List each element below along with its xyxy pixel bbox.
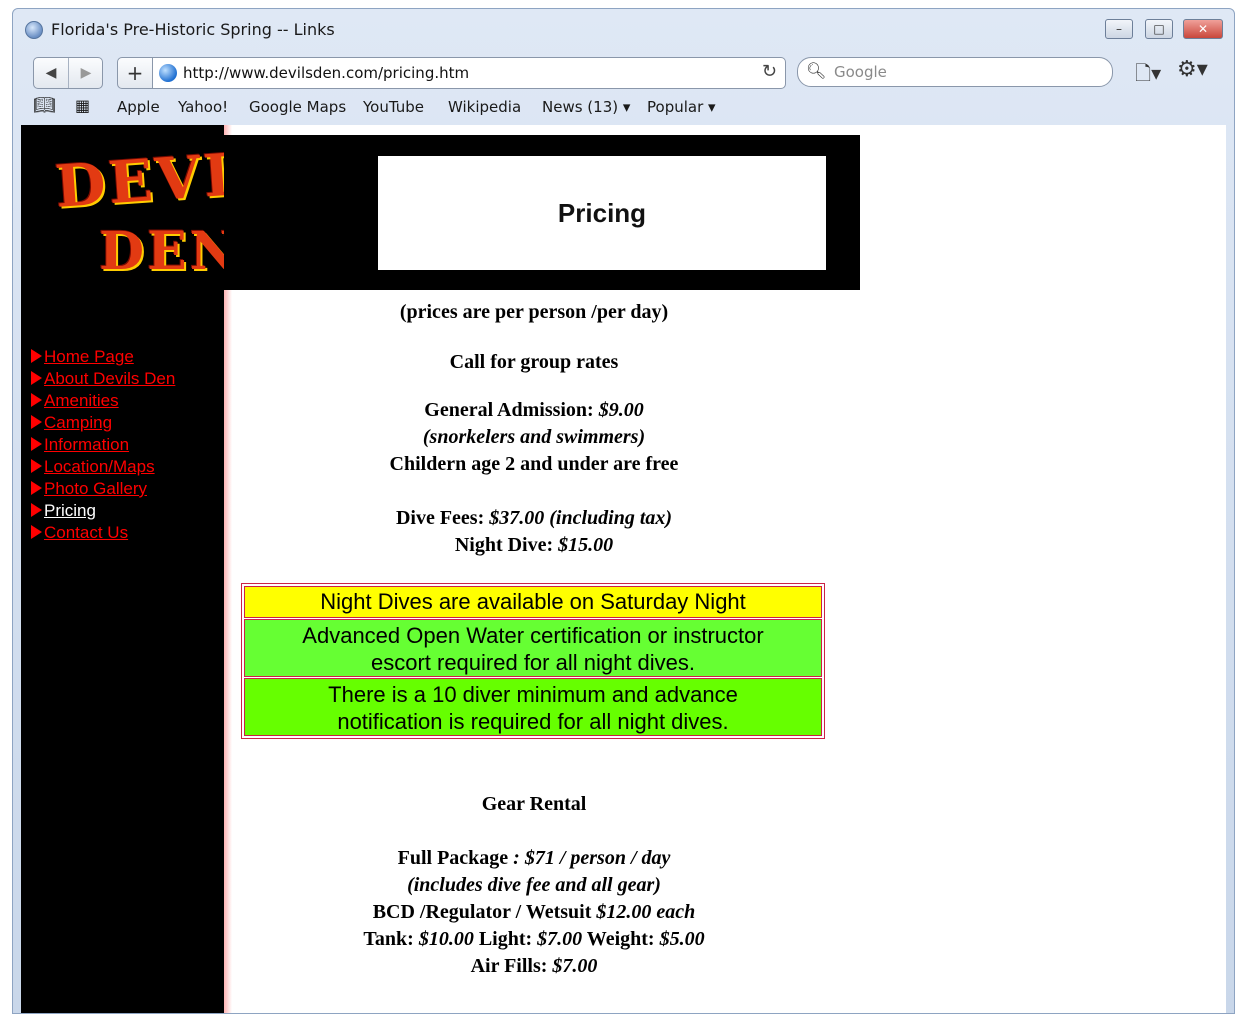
minimize-button[interactable]: –	[1105, 19, 1133, 39]
gear-icon[interactable]: ⚙▾	[1177, 57, 1208, 82]
bookmark-wikipedia[interactable]: Wikipedia	[448, 98, 521, 116]
arrow-icon	[31, 437, 42, 451]
bookmarks-book-icon[interactable]: 📖︎	[33, 95, 56, 116]
night-dive: Night Dive: $15.00	[232, 534, 836, 557]
back-button[interactable]: ◀	[34, 58, 68, 88]
certification-line-1: Advanced Open Water certification or ins…	[302, 623, 764, 648]
reload-icon[interactable]: ↻	[762, 61, 777, 82]
nav-contact[interactable]: Contact Us	[31, 523, 175, 545]
saturday-notice: Night Dives are available on Saturday Ni…	[244, 586, 822, 618]
children-free: Childern age 2 and under are free	[389, 453, 679, 475]
nav-information[interactable]: Information	[31, 435, 175, 457]
bcd-price: $12.00 each	[596, 901, 696, 923]
minimum-line-1: There is a 10 diver minimum and advance	[328, 682, 738, 707]
safari-icon	[25, 21, 43, 39]
close-button[interactable]: ✕	[1183, 19, 1223, 39]
logo-line-2: DEN	[99, 221, 241, 282]
forward-button[interactable]: ▶	[68, 58, 103, 88]
general-admission-label: General Admission:	[424, 399, 599, 421]
minimum-notice: There is a 10 diver minimum and advance …	[244, 678, 822, 736]
address-bar[interactable]: http://www.devilsden.com/pricing.htm ↻	[152, 57, 786, 89]
weight-label: Weight:	[582, 928, 660, 950]
add-bookmark-button[interactable]: +	[117, 57, 153, 89]
dive-fees: Dive Fees: $37.00 (including tax)	[232, 507, 836, 530]
tank-label: Tank:	[363, 928, 419, 950]
search-placeholder: Google	[834, 63, 887, 81]
url-field[interactable]: http://www.devilsden.com/pricing.htm	[183, 64, 469, 82]
bookmark-apple[interactable]: Apple	[117, 98, 160, 116]
air-fills: Air Fills: $7.00	[232, 955, 836, 978]
browser-window: Florida's Pre-Historic Spring -- Links –…	[12, 8, 1235, 1014]
certification-notice: Advanced Open Water certification or ins…	[244, 619, 822, 677]
full-package-price: : $71 / person / day	[508, 847, 671, 869]
page-title: Pricing	[557, 198, 647, 228]
top-sites-grid-icon[interactable]: ▦	[75, 96, 90, 115]
window-title: Florida's Pre-Historic Spring -- Links	[51, 20, 335, 39]
arrow-icon	[31, 481, 42, 495]
nav-location-maps[interactable]: Location/Maps	[31, 457, 175, 479]
light-price: $7.00	[537, 928, 583, 950]
nav-pricing[interactable]: Pricing	[31, 501, 175, 523]
search-icon[interactable]: 🔍︎	[806, 61, 826, 80]
arrow-icon	[31, 393, 42, 407]
night-dive-label: Night Dive:	[454, 534, 559, 556]
arrow-icon	[31, 371, 42, 385]
air-fills-label: Air Fills:	[470, 955, 553, 977]
nav-camping[interactable]: Camping	[31, 413, 175, 435]
browser-toolbar: ◀ ▶ + http://www.devilsden.com/pricing.h…	[21, 53, 1226, 93]
dive-fees-price: $37.00 (including tax)	[489, 507, 673, 529]
per-person-note: (prices are per person /per day)	[399, 301, 669, 323]
bookmarks-bar: 📖︎ ▦ Apple Yahoo! Google Maps YouTube Wi…	[21, 95, 1226, 123]
night-dive-price: $15.00	[558, 534, 614, 556]
bookmark-popular[interactable]: Popular ▾	[647, 98, 716, 116]
weight-price: $5.00	[659, 928, 705, 950]
nav-amenities[interactable]: Amenities	[31, 391, 175, 413]
maximize-button[interactable]: □	[1145, 19, 1173, 39]
full-package-note: (includes dive fee and all gear)	[407, 874, 661, 896]
night-dive-notices: Night Dives are available on Saturday Ni…	[241, 583, 825, 739]
sidebar-nav: Home Page About Devils Den Amenities Cam…	[31, 347, 175, 545]
title-bar: Florida's Pre-Historic Spring -- Links –…	[13, 9, 1234, 49]
dive-fees-label: Dive Fees:	[395, 507, 490, 529]
minimum-line-2: notification is required for all night d…	[337, 709, 729, 734]
group-rates: Call for group rates	[449, 351, 619, 373]
tank-price: $10.00	[418, 928, 474, 950]
nav-buttons: ◀ ▶	[33, 57, 103, 89]
light-label: Light:	[473, 928, 538, 950]
arrow-icon	[31, 525, 42, 539]
air-fills-price: $7.00	[552, 955, 598, 977]
nav-home[interactable]: Home Page	[31, 347, 175, 369]
page-menu-icon[interactable]: 🗋▾	[1135, 59, 1161, 93]
arrow-icon	[31, 415, 42, 429]
page-title-box: Pricing	[377, 155, 827, 271]
bookmark-news[interactable]: News (13) ▾	[542, 98, 630, 116]
certification-line-2: escort required for all night dives.	[370, 650, 696, 675]
general-admission-price: $9.00	[598, 399, 644, 421]
arrow-icon	[31, 459, 42, 473]
sidebar: DEVIL'S DEN Home Page About Devils Den A…	[21, 125, 345, 1013]
bcd-label: BCD /Regulator / Wetsuit	[372, 901, 597, 923]
search-field[interactable]: 🔍︎ Google	[797, 57, 1113, 87]
nav-photo-gallery[interactable]: Photo Gallery	[31, 479, 175, 501]
page-viewport: DEVIL'S DEN Home Page About Devils Den A…	[21, 125, 1226, 1013]
arrow-icon	[31, 503, 42, 517]
bookmark-youtube[interactable]: YouTube	[363, 98, 424, 116]
globe-icon	[159, 64, 177, 82]
bookmark-google-maps[interactable]: Google Maps	[249, 98, 346, 116]
full-package-label: Full Package	[397, 847, 509, 869]
gear-rental-heading: Gear Rental	[481, 793, 587, 815]
bookmark-yahoo[interactable]: Yahoo!	[178, 98, 228, 116]
full-package: Full Package : $71 / person / day	[232, 847, 836, 870]
bcd-regulator-wetsuit: BCD /Regulator / Wetsuit $12.00 each	[232, 901, 836, 924]
nav-about[interactable]: About Devils Den	[31, 369, 175, 391]
general-admission-note: (snorkelers and swimmers)	[422, 426, 646, 448]
arrow-icon	[31, 349, 42, 363]
tank-light-weight: Tank: $10.00 Light: $7.00 Weight: $5.00	[232, 928, 836, 951]
general-admission: General Admission: $9.00	[232, 399, 836, 422]
